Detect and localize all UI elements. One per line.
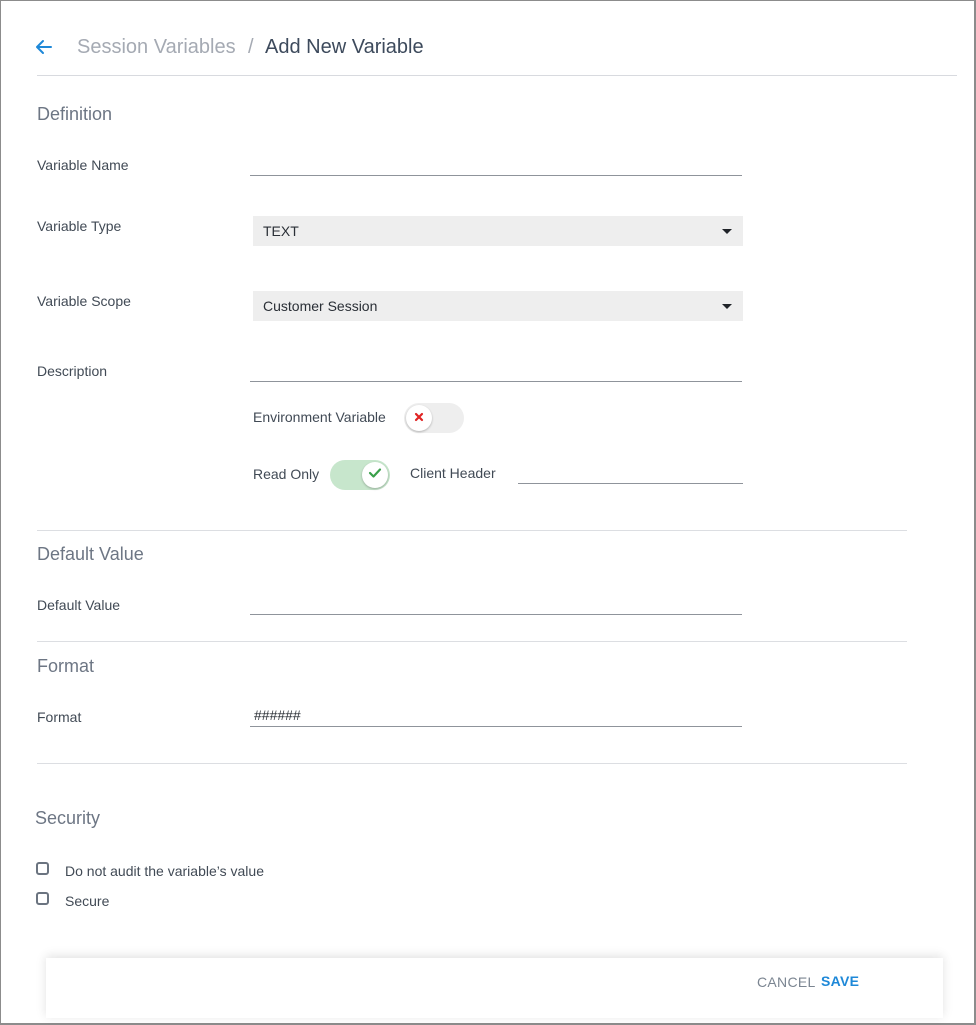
variable-type-select[interactable]: TEXT bbox=[253, 216, 743, 246]
caret-down-icon bbox=[722, 304, 732, 309]
format-label: Format bbox=[37, 709, 82, 725]
section-divider bbox=[37, 641, 907, 642]
default-value-input[interactable] bbox=[250, 591, 742, 615]
format-input[interactable] bbox=[250, 703, 742, 727]
definition-section-title: Definition bbox=[37, 104, 113, 124]
toggle-knob bbox=[362, 462, 388, 488]
section-divider bbox=[37, 763, 907, 764]
breadcrumb-separator: / bbox=[248, 36, 254, 58]
description-label: Description bbox=[37, 363, 108, 379]
variable-name-label: Variable Name bbox=[37, 157, 129, 173]
section-divider bbox=[37, 530, 907, 531]
variable-scope-label: Variable Scope bbox=[37, 293, 131, 309]
page-title: Add New Variable bbox=[265, 36, 424, 58]
do-not-audit-label[interactable]: Do not audit the variable’s value bbox=[65, 862, 264, 880]
read-only-toggle[interactable] bbox=[330, 460, 390, 490]
x-icon bbox=[414, 409, 424, 427]
default-value-label: Default Value bbox=[37, 597, 121, 613]
environment-variable-label: Environment Variable bbox=[253, 409, 386, 425]
read-only-label: Read Only bbox=[253, 466, 320, 482]
variable-scope-value: Customer Session bbox=[263, 298, 378, 314]
description-input[interactable] bbox=[250, 358, 742, 382]
format-section-title: Format bbox=[37, 656, 95, 676]
variable-type-label: Variable Type bbox=[37, 218, 122, 234]
toggle-knob bbox=[406, 405, 432, 431]
do-not-audit-checkbox[interactable] bbox=[36, 862, 49, 875]
save-button[interactable]: SAVE bbox=[821, 973, 859, 989]
variable-name-input[interactable] bbox=[250, 152, 742, 176]
caret-down-icon bbox=[722, 229, 732, 234]
client-header-label: Client Header bbox=[410, 465, 496, 481]
secure-label[interactable]: Secure bbox=[65, 892, 109, 910]
header-divider bbox=[37, 75, 957, 76]
action-footer: CANCEL SAVE bbox=[46, 958, 943, 1018]
variable-scope-select[interactable]: Customer Session bbox=[253, 291, 743, 321]
back-arrow-icon[interactable] bbox=[34, 37, 54, 57]
check-icon bbox=[368, 466, 382, 484]
client-header-input[interactable] bbox=[518, 460, 743, 484]
cancel-button[interactable]: CANCEL bbox=[757, 974, 816, 990]
environment-variable-toggle[interactable] bbox=[404, 403, 464, 433]
variable-type-value: TEXT bbox=[263, 223, 299, 239]
breadcrumb-parent[interactable]: Session Variables bbox=[77, 34, 236, 60]
security-section-title: Security bbox=[35, 808, 101, 828]
secure-checkbox[interactable] bbox=[36, 892, 49, 905]
default-value-section-title: Default Value bbox=[37, 544, 144, 564]
